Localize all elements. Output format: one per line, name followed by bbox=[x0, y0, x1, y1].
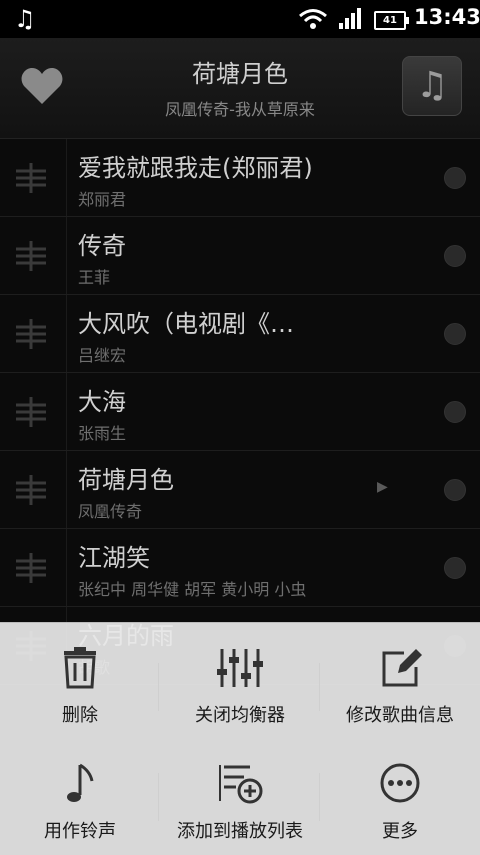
song-title: 荷塘月色 bbox=[78, 466, 174, 494]
menu-item-edit-song-info[interactable]: 修改歌曲信息 bbox=[320, 623, 480, 739]
song-row[interactable]: 大海 张雨生 bbox=[0, 373, 480, 451]
row-divider bbox=[66, 529, 67, 606]
song-row[interactable]: 荷塘月色凤凰传奇 ▶ bbox=[0, 451, 480, 529]
drag-handle-icon[interactable] bbox=[14, 395, 48, 429]
menu-item-label: 添加到播放列表 bbox=[177, 821, 303, 842]
song-artist: 凤凰传奇 bbox=[78, 502, 143, 521]
menu-item-label: 用作铃声 bbox=[44, 821, 116, 842]
drag-handle-icon[interactable] bbox=[14, 239, 48, 273]
favorite-heart-icon[interactable] bbox=[20, 66, 64, 106]
song-artist: 吕继宏 bbox=[78, 346, 127, 365]
trash-icon bbox=[64, 647, 96, 689]
select-radio[interactable] bbox=[444, 167, 466, 189]
ringtone-icon bbox=[67, 763, 94, 802]
now-playing-title: 荷塘月色 bbox=[192, 60, 288, 88]
now-playing-header: 荷塘月色 凤凰传奇-我从草原来 ♫ bbox=[0, 38, 480, 139]
wifi-icon bbox=[299, 9, 327, 29]
row-divider bbox=[66, 217, 67, 294]
song-row[interactable]: 大风吹（电视剧《… 吕继宏 bbox=[0, 295, 480, 373]
row-divider bbox=[66, 295, 67, 372]
song-artist: 张雨生 bbox=[78, 424, 127, 443]
edit-icon bbox=[382, 649, 422, 687]
song-artist: 郑丽君 bbox=[78, 190, 127, 209]
more-icon bbox=[380, 763, 420, 803]
song-title: 大风吹（电视剧《… bbox=[78, 310, 294, 338]
song-title: 江湖笑 bbox=[78, 544, 150, 572]
row-divider bbox=[66, 139, 67, 216]
context-menu: 删除 关闭均衡器 修改歌曲信息 用作铃声 添加到播放列表 更多 bbox=[0, 622, 480, 855]
menu-item-set-ringtone[interactable]: 用作铃声 bbox=[0, 739, 160, 855]
now-playing-icon: ▶ bbox=[377, 479, 388, 495]
drag-handle-icon[interactable] bbox=[14, 161, 48, 195]
menu-item-more[interactable]: 更多 bbox=[320, 739, 480, 855]
signal-icon bbox=[339, 8, 361, 29]
music-note-button[interactable]: ♫ bbox=[402, 56, 462, 116]
drag-handle-icon[interactable] bbox=[14, 473, 48, 507]
now-playing-subtitle: 凤凰传奇-我从草原来 bbox=[165, 100, 315, 119]
status-clock: 13:43 bbox=[414, 5, 480, 29]
song-row[interactable]: 传奇 王菲 bbox=[0, 217, 480, 295]
select-radio[interactable] bbox=[444, 323, 466, 345]
music-note-icon: ♫ bbox=[415, 65, 449, 106]
select-radio[interactable] bbox=[444, 245, 466, 267]
status-bar: ♫ 41 13:43 bbox=[0, 0, 480, 38]
equalizer-icon bbox=[217, 649, 263, 687]
menu-item-label: 修改歌曲信息 bbox=[346, 705, 454, 726]
menu-item-delete[interactable]: 删除 bbox=[0, 623, 160, 739]
select-radio[interactable] bbox=[444, 401, 466, 423]
menu-item-disable-equalizer[interactable]: 关闭均衡器 bbox=[160, 623, 320, 739]
row-divider bbox=[66, 373, 67, 450]
drag-handle-icon[interactable] bbox=[14, 551, 48, 585]
song-title: 爱我就跟我走(郑丽君) bbox=[78, 154, 313, 182]
menu-item-label: 更多 bbox=[382, 821, 418, 842]
song-title: 传奇 bbox=[78, 232, 126, 260]
select-radio[interactable] bbox=[444, 479, 466, 501]
menu-item-add-to-playlist[interactable]: 添加到播放列表 bbox=[160, 739, 320, 855]
song-row[interactable]: 江湖笑张纪中 周华健 胡军 黄小明 小虫 bbox=[0, 529, 480, 607]
song-row[interactable]: 爱我就跟我走(郑丽君) 郑丽君 bbox=[0, 139, 480, 217]
song-artist: 张纪中 周华健 胡军 黄小明 小虫 bbox=[78, 580, 307, 599]
drag-handle-icon[interactable] bbox=[14, 317, 48, 351]
music-notification-icon: ♫ bbox=[14, 5, 36, 33]
song-artist: 王菲 bbox=[78, 268, 111, 287]
song-title: 大海 bbox=[78, 388, 126, 416]
battery-icon: 41 bbox=[374, 11, 409, 30]
menu-item-label: 关闭均衡器 bbox=[195, 705, 285, 726]
menu-item-label: 删除 bbox=[62, 705, 98, 726]
add-to-playlist-icon bbox=[219, 765, 263, 804]
song-list: 爱我就跟我走(郑丽君) 郑丽君传奇王菲大风吹（电视剧《… 吕继宏大海张雨生荷塘月色凤… bbox=[0, 139, 480, 685]
select-radio[interactable] bbox=[444, 557, 466, 579]
row-divider bbox=[66, 451, 67, 528]
